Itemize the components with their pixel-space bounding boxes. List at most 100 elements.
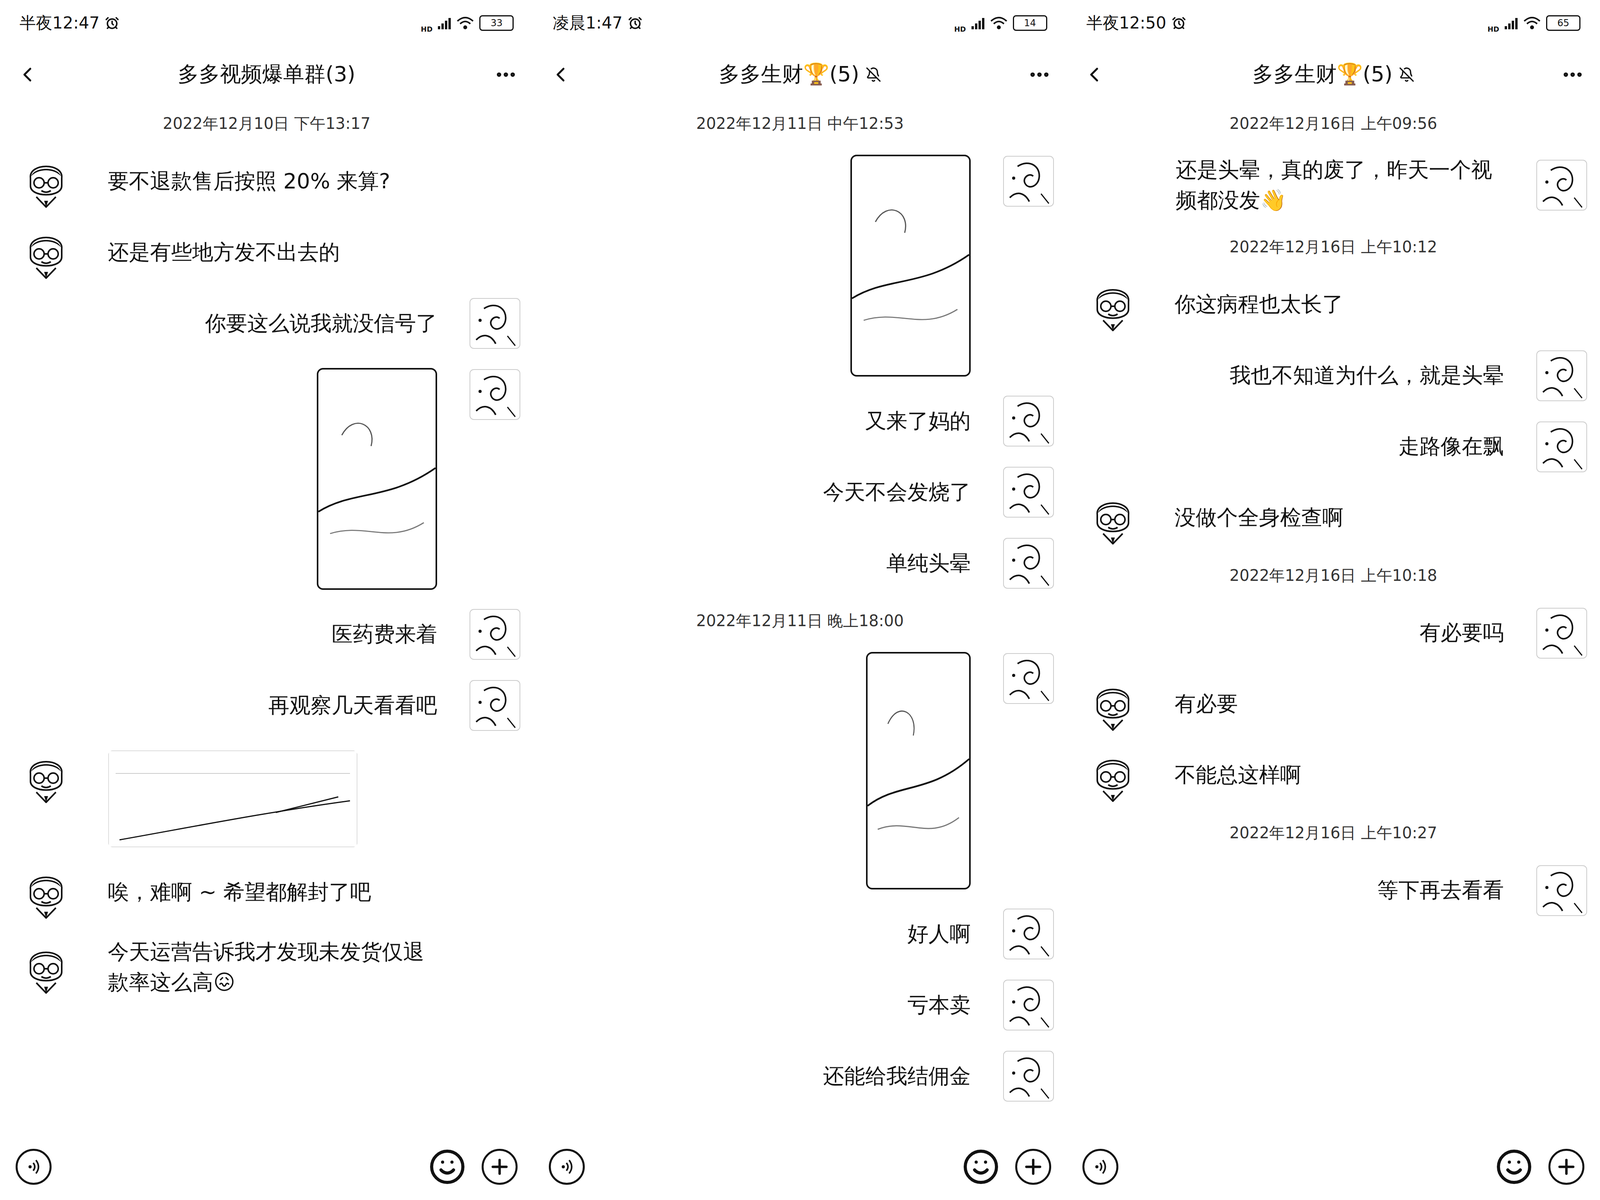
avatar[interactable] [468, 367, 522, 422]
avatar[interactable] [1086, 278, 1140, 332]
contact-avatar-icon[interactable] [1089, 278, 1137, 332]
avatar[interactable] [1001, 394, 1056, 448]
user-avatar-icon[interactable] [1001, 907, 1056, 961]
avatar[interactable] [19, 750, 73, 804]
message-text[interactable]: 有必要 [1174, 688, 1238, 720]
back-icon[interactable] [548, 62, 573, 88]
message-text[interactable]: 走路像在飘 [1398, 431, 1504, 462]
avatar[interactable] [468, 607, 522, 661]
chat-screen: 半夜12:50HD65多多生财🏆(5)2022年12月16日 上午09:56还是… [1066, 0, 1600, 1200]
emoji-icon[interactable] [428, 1148, 467, 1186]
message-text[interactable]: 单纯头晕 [886, 548, 971, 579]
avatar[interactable] [1001, 465, 1056, 519]
message-text[interactable]: 唉，难啊 ~ 希望都解封了吧 [107, 876, 372, 908]
back-icon[interactable] [15, 62, 40, 88]
avatar[interactable] [19, 940, 73, 994]
avatar[interactable] [1001, 536, 1056, 590]
more-icon[interactable] [1027, 62, 1052, 88]
message-text[interactable]: 等下再去看看 [1377, 875, 1504, 906]
user-avatar-icon[interactable] [468, 607, 522, 661]
avatar[interactable] [1535, 158, 1589, 212]
message-timestamp: 2022年12月16日 上午10:18 [1066, 562, 1600, 589]
avatar[interactable] [1535, 349, 1589, 403]
message-text[interactable]: 有必要吗 [1419, 617, 1504, 649]
plus-button[interactable] [1548, 1148, 1585, 1185]
avatar[interactable] [19, 154, 73, 208]
avatar[interactable] [1001, 154, 1056, 208]
network-label: HD [1487, 25, 1500, 34]
message-text[interactable]: 今天运营告诉我才发现未发货仅退款率这么高😖 [107, 936, 436, 999]
message-text[interactable]: 我也不知道为什么，就是头晕 [1229, 360, 1504, 391]
user-avatar-icon[interactable] [1535, 864, 1589, 918]
message-text[interactable]: 不能总这样啊 [1174, 759, 1302, 791]
message-text[interactable]: 好人啊 [907, 918, 971, 950]
user-avatar-icon[interactable] [1001, 536, 1056, 590]
message-text[interactable]: 还能给我结佣金 [823, 1060, 971, 1092]
message-text[interactable]: 你要这么说我就没信号了 [205, 308, 438, 339]
message-text[interactable]: 要不退款售后按照 20% 来算? [107, 166, 391, 197]
avatar[interactable] [1001, 1049, 1056, 1103]
avatar[interactable] [1086, 677, 1140, 731]
plus-button[interactable] [481, 1148, 518, 1185]
user-avatar-icon[interactable] [1535, 349, 1589, 403]
voice-button[interactable] [1082, 1148, 1119, 1185]
contact-avatar-icon[interactable] [22, 865, 70, 919]
contact-avatar-icon[interactable] [1089, 748, 1137, 802]
chat-screen: 凌晨1:47HD14多多生财🏆(5)2022年12月11日 中午12:53又来了… [533, 0, 1067, 1200]
voice-button[interactable] [15, 1148, 52, 1185]
message-text[interactable]: 你这病程也太长了 [1174, 289, 1344, 320]
message-text[interactable]: 亏本卖 [907, 989, 971, 1021]
message-image[interactable] [866, 651, 971, 890]
message-row [533, 651, 1067, 890]
avatar[interactable] [1535, 420, 1589, 474]
message-text[interactable]: 没做个全身检查啊 [1174, 502, 1344, 533]
message-image[interactable] [107, 750, 358, 848]
user-avatar-icon[interactable] [1535, 158, 1589, 212]
message-image[interactable] [316, 367, 438, 590]
avatar[interactable] [19, 225, 73, 279]
emoji-icon[interactable] [962, 1148, 1000, 1186]
emoji-icon[interactable] [1495, 1148, 1533, 1186]
avatar[interactable] [19, 865, 73, 919]
message-row: 我也不知道为什么，就是头晕 [1066, 349, 1600, 403]
user-avatar-icon[interactable] [468, 296, 522, 350]
message-image[interactable] [850, 154, 971, 377]
user-avatar-icon[interactable] [1001, 1049, 1056, 1103]
contact-avatar-icon[interactable] [1089, 491, 1137, 545]
contact-avatar-icon[interactable] [1089, 677, 1137, 731]
avatar[interactable] [468, 296, 522, 350]
contact-avatar-icon[interactable] [22, 750, 70, 804]
avatar[interactable] [1001, 907, 1056, 961]
plus-button[interactable] [1015, 1148, 1052, 1185]
user-avatar-icon[interactable] [468, 678, 522, 733]
user-avatar-icon[interactable] [468, 367, 522, 422]
contact-avatar-icon[interactable] [22, 940, 70, 994]
back-icon[interactable] [1082, 62, 1106, 88]
avatar[interactable] [1001, 651, 1056, 706]
avatar[interactable] [1001, 978, 1056, 1032]
message-text[interactable]: 医药费来着 [331, 619, 438, 650]
avatar[interactable] [468, 678, 522, 733]
user-avatar-icon[interactable] [1001, 465, 1056, 519]
user-avatar-icon[interactable] [1535, 606, 1589, 660]
more-icon[interactable] [1560, 62, 1585, 88]
user-avatar-icon[interactable] [1001, 154, 1056, 208]
avatar[interactable] [1086, 491, 1140, 545]
user-avatar-icon[interactable] [1001, 978, 1056, 1032]
avatar[interactable] [1535, 864, 1589, 918]
message-text[interactable]: 再观察几天看看吧 [268, 690, 438, 721]
user-avatar-icon[interactable] [1535, 420, 1589, 474]
avatar[interactable] [1086, 748, 1140, 802]
avatar[interactable] [1535, 606, 1589, 660]
voice-button[interactable] [548, 1148, 585, 1185]
contact-avatar-icon[interactable] [22, 225, 70, 279]
more-icon[interactable] [494, 62, 518, 88]
message-text[interactable]: 今天不会发烧了 [823, 476, 971, 508]
message-row: 还是头晕，真的废了，昨天一个视频都没发👋 [1066, 154, 1600, 217]
message-text[interactable]: 还是有些地方发不出去的 [107, 237, 340, 268]
user-avatar-icon[interactable] [1001, 651, 1056, 706]
message-text[interactable]: 又来了妈的 [865, 405, 971, 437]
message-text[interactable]: 还是头晕，真的废了，昨天一个视频都没发👋 [1175, 154, 1504, 217]
contact-avatar-icon[interactable] [22, 154, 70, 208]
user-avatar-icon[interactable] [1001, 394, 1056, 448]
